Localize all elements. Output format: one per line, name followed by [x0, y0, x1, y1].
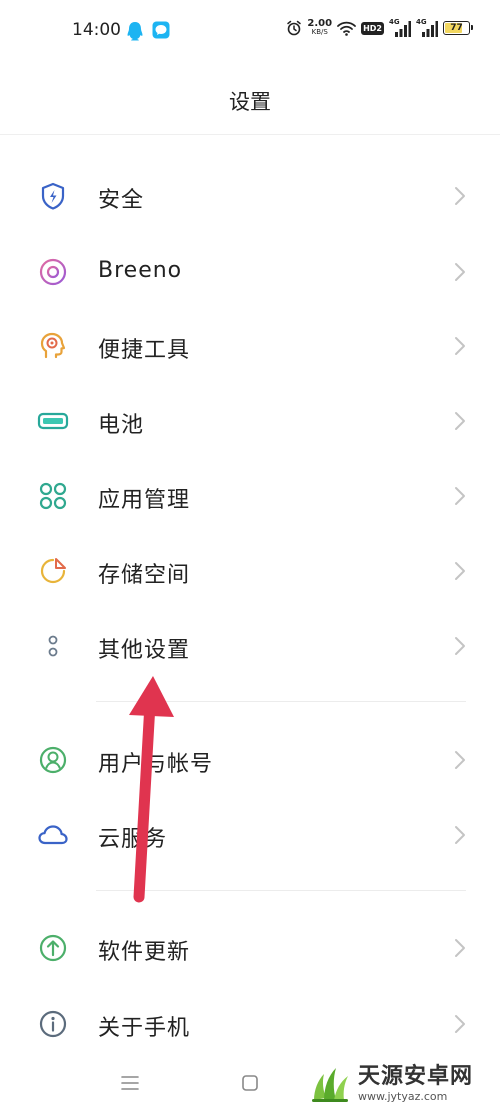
chevron-right-icon: [455, 412, 465, 430]
status-indicators: 2.00 KB/S HD2 4G 4G 77: [286, 18, 473, 37]
status-bar: 14:00 2.00 KB/S HD2 4G 4G 77: [0, 0, 500, 62]
watermark: 天源安卓网 www.jytyaz.com: [306, 1056, 500, 1111]
settings-item-security[interactable]: 安全: [0, 161, 500, 231]
settings-item-breeno[interactable]: Breeno: [0, 237, 500, 307]
settings-item-label: 其他设置: [98, 638, 191, 663]
chevron-right-icon: [455, 337, 465, 355]
page-title: 设置: [229, 90, 271, 114]
battery-level: 77: [450, 23, 463, 33]
watermark-name: 天源安卓网: [358, 1064, 474, 1089]
notification-icons: [126, 21, 170, 41]
settings-item-label: 电池: [98, 413, 145, 438]
settings-item-cloud-service[interactable]: 云服务: [0, 800, 500, 870]
chevron-right-icon: [455, 826, 465, 844]
storage-icon: [40, 558, 66, 584]
chevron-right-icon: [455, 939, 465, 957]
user-account-icon: [39, 746, 67, 774]
watermark-url: www.jytyaz.com: [358, 1090, 448, 1103]
chevron-right-icon: [455, 487, 465, 505]
settings-item-label: Breeno: [98, 258, 183, 283]
software-update-icon: [39, 934, 67, 962]
qq-icon: [127, 22, 143, 41]
convenience-tools-icon: [40, 332, 66, 359]
breeno-icon: [39, 258, 67, 286]
header-divider: [0, 134, 500, 135]
menu-icon[interactable]: [117, 1070, 143, 1096]
battery-icon: [37, 412, 69, 430]
watermark-logo-icon: [312, 1067, 348, 1102]
settings-item-label: 关于手机: [98, 1016, 191, 1041]
settings-item-battery[interactable]: 电池: [0, 386, 500, 456]
watermark-text: 天源安卓网 www.jytyaz.com: [358, 1064, 473, 1103]
chevron-right-icon: [455, 187, 465, 205]
security-shield-icon: [41, 182, 65, 210]
settings-item-label: 便捷工具: [98, 338, 191, 363]
settings-item-label: 软件更新: [98, 940, 191, 965]
chevron-right-icon: [455, 751, 465, 769]
chevron-right-icon: [455, 637, 465, 655]
settings-item-software-update[interactable]: 软件更新: [0, 913, 500, 983]
app-management-icon: [39, 482, 67, 510]
settings-item-other-settings[interactable]: 其他设置: [0, 611, 500, 681]
settings-item-user-account[interactable]: 用户与帐号: [0, 725, 500, 795]
status-time: 14:00: [72, 20, 121, 40]
settings-item-about-phone[interactable]: 关于手机: [0, 989, 500, 1059]
chevron-right-icon: [455, 562, 465, 580]
settings-item-label: 安全: [98, 188, 145, 213]
settings-item-storage[interactable]: 存储空间: [0, 536, 500, 606]
network-type-label: 4G: [416, 18, 427, 26]
network-speed-unit: KB/S: [311, 28, 328, 36]
wifi-icon: [337, 21, 356, 36]
alarm-icon: [287, 20, 302, 36]
group-divider: [96, 890, 466, 891]
group-divider: [96, 701, 466, 702]
settings-item-label: 用户与帐号: [98, 752, 214, 777]
settings-item-label: 应用管理: [98, 488, 191, 513]
home-button-icon[interactable]: [237, 1070, 263, 1096]
about-phone-icon: [39, 1010, 67, 1038]
settings-item-label: 云服务: [98, 827, 168, 852]
settings-item-app-management[interactable]: 应用管理: [0, 461, 500, 531]
network-type-label: 4G: [389, 18, 400, 26]
signal-icon: 4G: [389, 18, 411, 37]
settings-item-label: 存储空间: [98, 563, 191, 588]
messenger-icon: [152, 21, 170, 39]
network-speed: 2.00 KB/S: [307, 18, 333, 37]
hd-voice-badge: HD2: [361, 21, 384, 35]
other-settings-icon: [48, 635, 58, 657]
chevron-right-icon: [455, 1015, 465, 1033]
cloud-icon: [38, 825, 68, 845]
signal-icon: 4G: [416, 18, 438, 37]
settings-item-convenience-tools[interactable]: 便捷工具: [0, 311, 500, 381]
battery-icon: 77: [443, 21, 473, 35]
chevron-right-icon: [455, 263, 465, 281]
network-speed-value: 2.00: [307, 18, 333, 29]
